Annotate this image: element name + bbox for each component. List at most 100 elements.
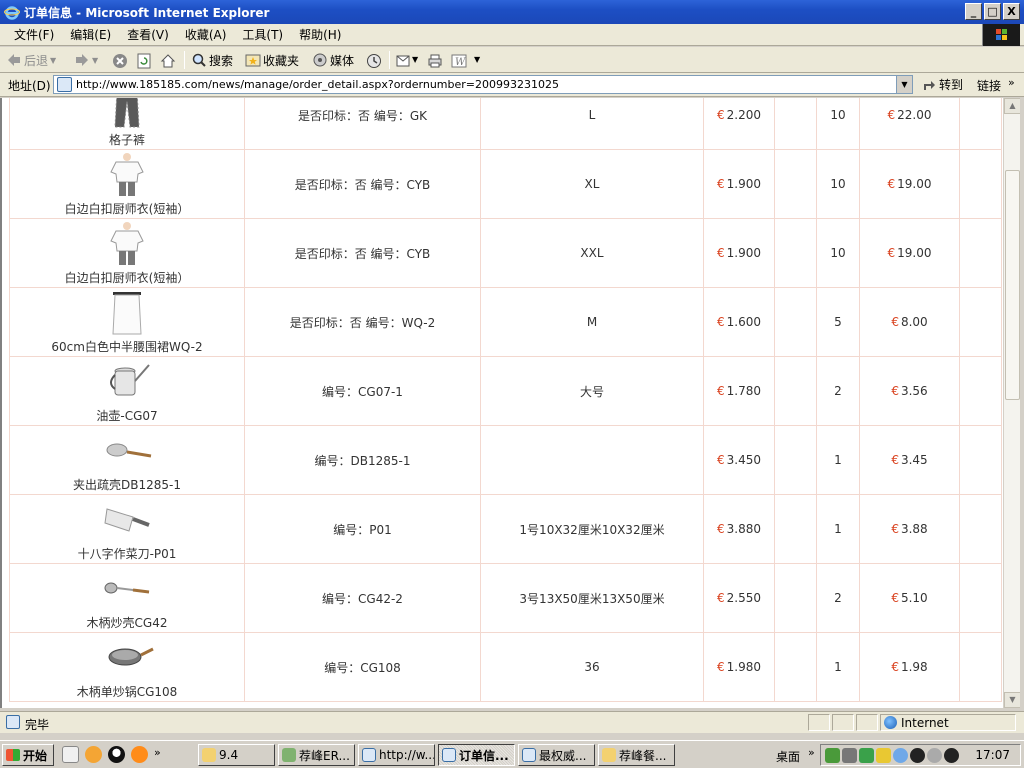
product-name[interactable]: 木柄炒壳CG42 [10,614,244,631]
product-name[interactable]: 60cm白色中半腰围裙WQ-2 [10,338,244,355]
network-icon[interactable] [825,748,840,763]
edit-dropdown-icon[interactable]: ▼ [474,55,480,64]
product-name[interactable]: 白边白扣厨师衣(短袖） [10,200,244,217]
unit-price: 1.900 [726,177,761,191]
firefox-icon[interactable] [131,746,148,763]
euro-symbol: € [717,108,725,122]
edit-word-icon[interactable]: W [451,53,467,69]
stop-icon[interactable] [112,53,128,69]
skimmer-icon[interactable] [97,428,157,474]
scroll-up-icon[interactable]: ▲ [1004,98,1021,114]
shield-icon[interactable] [876,748,891,763]
address-url[interactable]: http://www.185185.com/news/manage/order_… [76,78,559,91]
quick-launch: » [62,746,161,763]
address-input[interactable]: http://www.185185.com/news/manage/order_… [53,75,913,94]
apron-icon[interactable] [97,290,157,336]
spacer-cell [959,563,1002,633]
subtotal: 5.10 [900,591,928,605]
back-button[interactable]: 后退 ▼ [6,50,56,70]
mail-dropdown-icon[interactable]: ▼ [412,55,418,64]
qq-tray-icon[interactable] [910,748,925,763]
chef-shirt-icon[interactable] [97,152,157,198]
spec-cell: 编号：CG07-1 [244,356,481,426]
task-order-info[interactable]: 订单信... [438,744,515,766]
history-icon[interactable] [366,53,382,69]
desktop-chevron-icon[interactable]: » [808,746,815,759]
product-name[interactable]: 夹出疏壳DB1285-1 [10,476,244,493]
subtotal-cell: €1.98 [859,632,960,702]
cleaver-icon[interactable] [97,497,157,543]
unit-price-cell: €2.550 [703,563,775,633]
print-icon[interactable] [427,53,443,69]
product-name[interactable]: 白边白扣厨师衣(短袖） [10,269,244,286]
favorites-button[interactable]: 收藏夹 [245,50,299,70]
menu-file[interactable]: 文件(F) [6,27,62,43]
close-button[interactable]: X [1003,3,1020,20]
task-label: http://w... [379,748,435,762]
task-catering[interactable]: 荐峰餐... [598,744,675,766]
unit-price: 1.900 [726,246,761,260]
spacer-cell [774,632,817,702]
umbrella-icon[interactable] [859,748,874,763]
scroll-thumb[interactable] [1005,170,1020,400]
task-authority[interactable]: 最权威... [518,744,595,766]
volume-icon[interactable] [842,748,857,763]
oil-pot-icon[interactable] [97,359,157,405]
go-button[interactable]: 转到 [922,76,963,93]
vertical-scrollbar[interactable]: ▲ ▼ [1003,98,1021,708]
menu-view[interactable]: 查看(V) [119,27,177,43]
quick-launch-chevron-icon[interactable]: » [154,746,161,763]
product-name[interactable]: 十八字作菜刀-P01 [10,545,244,562]
qq-offline-icon[interactable] [927,748,942,763]
search-button[interactable]: 搜索 [191,50,233,70]
qq-penguin-icon[interactable] [108,746,125,763]
media-button[interactable]: 媒体 [312,50,354,70]
status-text: 完毕 [25,718,50,732]
tiger-icon[interactable] [85,746,102,763]
menu-edit[interactable]: 编辑(E) [62,27,119,43]
task-folder[interactable]: 9.4 [198,744,275,766]
product-name[interactable]: 木柄单炒锅CG108 [10,683,244,700]
size-cell: XXL [480,218,704,288]
product-cell: 格子裤 [9,98,245,150]
messenger-icon[interactable] [893,748,908,763]
forward-dropdown-icon[interactable]: ▼ [92,56,98,65]
links-chevron-icon[interactable]: » [1008,76,1015,89]
order-row: 油壶-CG07 编号：CG07-1 大号 €1.780 2 €3.56 [9,356,1002,426]
menu-tools[interactable]: 工具(T) [234,27,291,43]
refresh-icon[interactable] [136,53,152,69]
window-titlebar[interactable]: 订单信息 - Microsoft Internet Explorer _ □ X [0,0,1024,24]
order-row: 格子裤 是否印标：否 编号：GK L €2.200 10 €22.00 [9,98,1002,150]
desktop-toolbar[interactable]: 桌面 [776,748,800,765]
spec-cell: 是否印标：否 编号：GK [244,98,481,150]
scroll-down-icon[interactable]: ▼ [1004,692,1021,708]
home-icon[interactable] [160,53,176,69]
forward-button[interactable]: ▼ [74,50,98,70]
task-erp[interactable]: 荐峰ER... [278,744,355,766]
task-browser[interactable]: http://w... [358,744,435,766]
notepad-icon[interactable] [62,746,79,763]
ladle-icon[interactable] [97,566,157,612]
spacer-cell [959,218,1002,288]
status-bar: 完毕 Internet [0,711,1024,733]
wok-icon[interactable] [97,635,157,681]
start-button[interactable]: 开始 [2,744,54,766]
spec-cell: 编号：CG108 [244,632,481,702]
menu-help[interactable]: 帮助(H) [291,27,349,43]
links-button[interactable]: 链接 [977,77,1001,94]
pants-icon[interactable] [97,98,157,129]
chef-shirt-icon[interactable] [97,221,157,267]
menu-favorites[interactable]: 收藏(A) [177,27,235,43]
page-done-icon [6,715,20,729]
product-name[interactable]: 油壶-CG07 [10,407,244,424]
subtotal: 22.00 [897,108,932,122]
mail-icon[interactable] [396,53,412,69]
qq-tray-icon-2[interactable] [944,748,959,763]
spacer-cell [959,632,1002,702]
product-name[interactable]: 格子裤 [10,131,244,148]
maximize-button[interactable]: □ [984,3,1001,20]
spec-cell: 编号：DB1285-1 [244,425,481,495]
back-dropdown-icon[interactable]: ▼ [50,56,56,65]
address-dropdown-icon[interactable]: ▼ [896,76,912,93]
minimize-button[interactable]: _ [965,3,982,20]
